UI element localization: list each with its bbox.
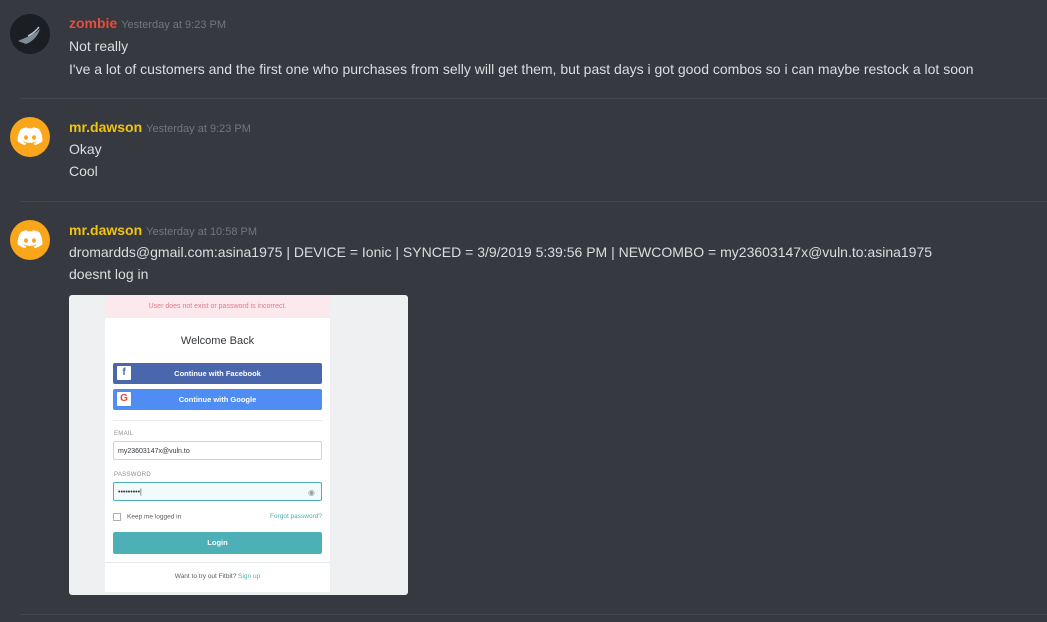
message-text: Cool: [69, 163, 98, 179]
avatar[interactable]: [10, 220, 50, 260]
discord-logo-icon: [17, 230, 43, 249]
message-divider: [20, 201, 1047, 202]
timestamp: Yesterday at 10:58 PM: [146, 226, 258, 238]
email-value: my23603147x@vuln.to: [118, 448, 190, 455]
username[interactable]: mr.dawson: [69, 119, 142, 135]
username[interactable]: mr.dawson: [69, 222, 142, 238]
login-error-banner: User does not exist or password is incor…: [105, 295, 330, 318]
google-icon: G: [117, 392, 131, 406]
zombie-avatar-icon: [10, 14, 50, 54]
continue-with-google-button: G Continue with Google: [113, 389, 322, 410]
image-attachment[interactable]: User does not exist or password is incor…: [69, 295, 408, 595]
signup-link: Sign up: [238, 573, 261, 580]
keep-logged-in: Keep me logged in: [113, 513, 181, 521]
facebook-icon: f: [117, 366, 131, 380]
message-divider: [20, 98, 1047, 99]
google-button-label: Continue with Google: [178, 395, 257, 404]
message-text: dromardds@gmail.com:asina1975 | DEVICE =…: [69, 244, 933, 260]
message-text: doesnt log in: [69, 266, 149, 282]
email-label: EMAIL: [114, 431, 134, 437]
login-heading: Welcome Back: [180, 335, 255, 347]
email-field: my23603147x@vuln.to: [113, 441, 322, 460]
message-header: mr.dawson Yesterday at 9:23 PM: [69, 119, 251, 137]
password-label: PASSWORD: [114, 472, 151, 478]
footer-divider: [105, 562, 330, 563]
forgot-password-link: Forgot password?: [269, 513, 322, 520]
signup-prompt-text: Want to try out Fitbit?: [174, 573, 237, 580]
continue-with-facebook-button: f Continue with Facebook: [113, 363, 322, 384]
checkbox-icon: [113, 513, 121, 521]
password-value: •••••••••|: [118, 489, 142, 496]
timestamp: Yesterday at 9:23 PM: [121, 19, 227, 31]
username[interactable]: zombie: [69, 15, 117, 31]
message-text: Not really: [69, 38, 129, 54]
login-button: Login: [113, 532, 322, 554]
password-field: •••••••••| ◉: [113, 482, 322, 501]
facebook-button-label: Continue with Facebook: [174, 369, 261, 378]
message-header: zombie Yesterday at 9:23 PM: [69, 15, 226, 33]
eye-icon: ◉: [308, 488, 315, 497]
message-text: Okay: [69, 141, 102, 157]
avatar[interactable]: [10, 117, 50, 157]
form-divider: [113, 420, 322, 421]
signup-prompt: Want to try out Fitbit? Sign up: [105, 573, 330, 580]
discord-logo-icon: [17, 127, 43, 146]
message-text: I've a lot of customers and the first on…: [69, 61, 974, 77]
login-card: User does not exist or password is incor…: [105, 295, 330, 592]
message-header: mr.dawson Yesterday at 10:58 PM: [69, 222, 257, 240]
keep-logged-in-label: Keep me logged in: [127, 513, 182, 521]
message-divider: [20, 614, 1047, 615]
timestamp: Yesterday at 9:23 PM: [146, 123, 251, 135]
avatar[interactable]: [10, 14, 50, 54]
